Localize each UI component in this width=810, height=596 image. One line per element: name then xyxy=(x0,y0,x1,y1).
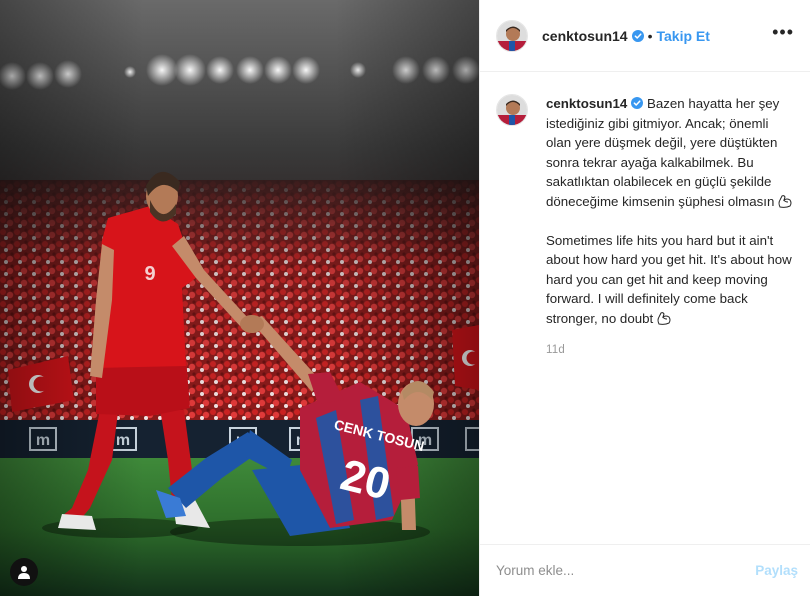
post-timestamp[interactable]: 11d xyxy=(546,341,796,361)
post-photo: m m m m m 9 xyxy=(0,0,479,596)
caption: cenktosun14 Bazen hayatta her şey istedi… xyxy=(480,72,810,360)
clasped-hands xyxy=(240,315,264,333)
post-header: cenktosun14 • Takip Et ••• xyxy=(480,0,810,72)
caption-paragraph-en: Sometimes life hits you hard but it ain'… xyxy=(546,231,796,329)
avatar-image xyxy=(497,20,527,51)
post-image[interactable]: m m m m m 9 xyxy=(0,0,479,596)
header-username[interactable]: cenktosun14 xyxy=(542,28,628,44)
post-comment-button[interactable]: Paylaş xyxy=(755,563,798,578)
user-tag-button[interactable] xyxy=(10,558,38,586)
comment-input[interactable] xyxy=(496,563,756,578)
verified-badge-icon xyxy=(631,97,644,109)
svg-text:9: 9 xyxy=(144,263,155,285)
post-details-panel: cenktosun14 • Takip Et ••• cenktosun14 B… xyxy=(479,0,810,596)
separator-dot: • xyxy=(647,27,653,44)
verified-badge-icon xyxy=(631,29,644,42)
more-options-icon[interactable]: ••• xyxy=(772,23,794,49)
comment-bar: Paylaş xyxy=(480,544,810,596)
caption-paragraph-tr: cenktosun14 Bazen hayatta her şey istedi… xyxy=(546,94,796,212)
flexed-biceps-icon xyxy=(657,312,671,325)
caption-body: cenktosun14 Bazen hayatta her şey istedi… xyxy=(546,94,796,360)
avatar-image xyxy=(497,95,527,125)
user-tag-icon xyxy=(18,566,30,579)
caption-text-tr: Bazen hayatta her şey istediğiniz gibi g… xyxy=(546,96,780,209)
avatar[interactable] xyxy=(496,19,528,52)
caption-avatar[interactable] xyxy=(496,94,528,126)
caption-username[interactable]: cenktosun14 xyxy=(546,96,627,111)
follow-button[interactable]: Takip Et xyxy=(657,28,710,44)
flexed-biceps-icon xyxy=(778,195,792,208)
